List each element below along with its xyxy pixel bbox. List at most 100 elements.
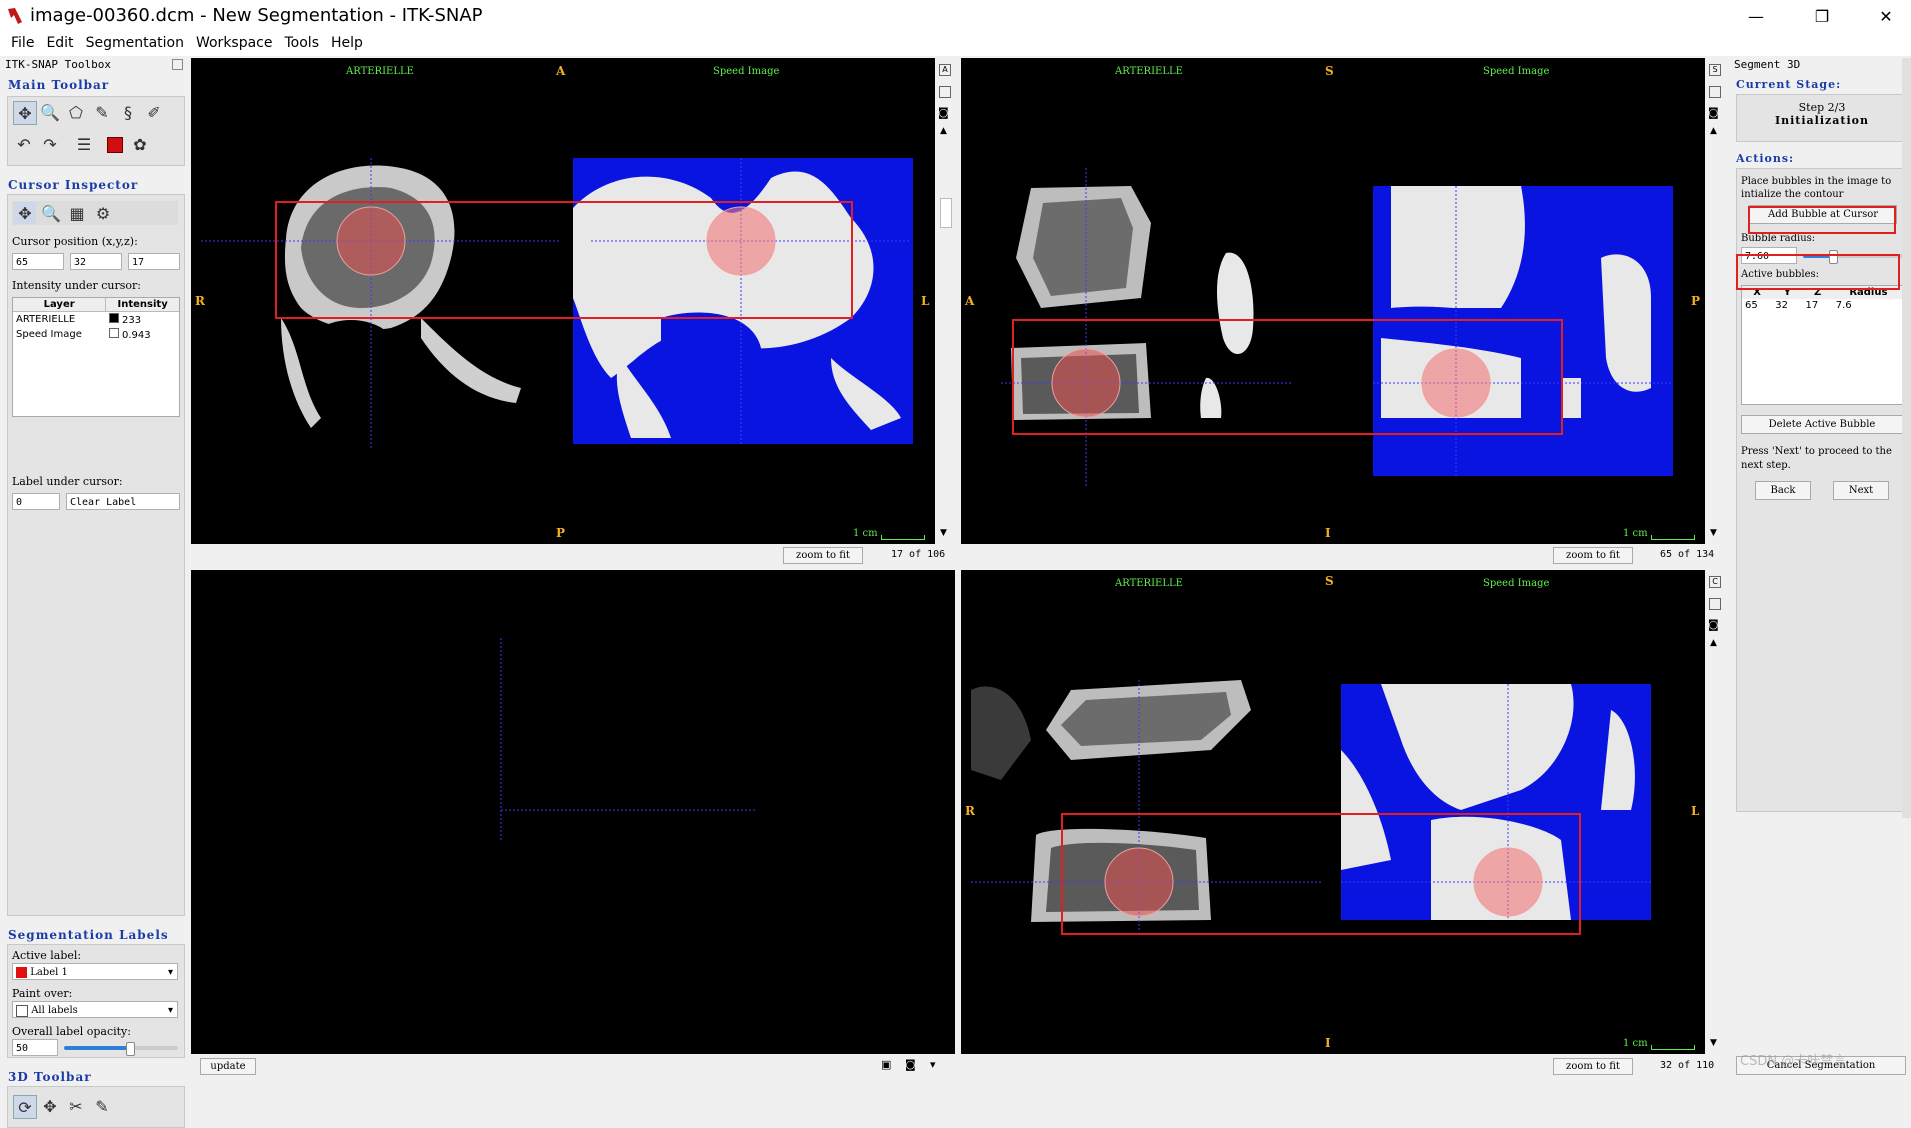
table-row[interactable]: ARTERIELLE 233 [13, 312, 179, 328]
scroll-up-icon[interactable]: ▲ [1710, 638, 1717, 648]
grid-icon[interactable] [1709, 598, 1721, 610]
inspector-cursor-tab-icon[interactable]: ✥ [14, 202, 36, 224]
menu-segmentation[interactable]: Segmentation [80, 32, 190, 56]
paintbrush-tool-icon[interactable]: ✎ [91, 101, 113, 123]
zoom-to-fit-button[interactable]: zoom to fit [1553, 1058, 1633, 1075]
menu-tools[interactable]: Tools [279, 32, 326, 56]
chevron-down-icon: ▾ [167, 1005, 173, 1016]
layout-icon[interactable]: A [939, 64, 951, 76]
camera-icon[interactable]: ◙ [1708, 618, 1719, 631]
orientation-right: L [1691, 804, 1700, 818]
cursor-inspector-title: Cursor Inspector [8, 178, 139, 192]
opacity-slider-handle[interactable] [126, 1042, 135, 1056]
window-title: image-00360.dcm - New Segmentation - ITK… [30, 5, 483, 26]
orientation-left: A [965, 294, 975, 308]
sagittal-viewer[interactable]: ARTERIELLE Speed Image S I A P 1 cm [961, 58, 1705, 544]
opacity-slider[interactable] [64, 1042, 178, 1056]
coronal-viewer[interactable]: ARTERIELLE Speed Image S I R L 1 cm [961, 570, 1705, 1054]
close-button[interactable]: ✕ [1857, 0, 1911, 32]
maximize-button[interactable]: ❐ [1793, 0, 1851, 32]
camera-icon[interactable]: ◙ [1708, 106, 1719, 119]
active-label-caption: Active label: [12, 949, 82, 962]
rotate-3d-icon[interactable]: ⟳ [13, 1095, 37, 1119]
scroll-down-icon[interactable]: ▼ [940, 528, 947, 538]
crosshair-3d-icon[interactable]: ✥ [39, 1095, 61, 1117]
opacity-field[interactable]: 50 [12, 1039, 58, 1056]
scale-bar [1651, 535, 1695, 540]
undock-icon[interactable] [172, 59, 183, 70]
palette-icon[interactable]: ✿ [129, 133, 151, 155]
spray-icon[interactable]: ✎ [91, 1095, 113, 1117]
inspector-zoom-tab-icon[interactable]: 🔍 [40, 202, 62, 224]
snake-tool-icon[interactable]: § [117, 101, 139, 123]
axial-viewer[interactable]: ARTERIELLE Speed Image A P R L 1 cm [191, 58, 935, 544]
paint-over-caption: Paint over: [12, 987, 73, 1000]
inspector-tabs: ✥ 🔍 ▦ ⚙ [12, 201, 178, 225]
layers-icon[interactable]: ☰ [73, 133, 95, 155]
sagittal-side-bar: S ◙ ▲ ▼ [1707, 58, 1723, 544]
inspector-grid-tab-icon[interactable]: ▦ [66, 202, 88, 224]
current-stage-caption: Current Stage: [1736, 78, 1842, 91]
next-instructions-text: Press 'Next' to proceed to the next step… [1741, 446, 1892, 471]
title-bar: image-00360.dcm - New Segmentation - ITK… [0, 0, 1911, 32]
panel-scrollbar[interactable] [1902, 58, 1911, 818]
intensity-column-header[interactable]: Intensity [105, 298, 179, 312]
table-row[interactable]: 65 32 17 7.6 [1742, 299, 1904, 312]
scale-bar [881, 535, 925, 540]
layout-icon[interactable]: C [1709, 576, 1721, 588]
camera-icon[interactable]: ◙ [938, 106, 949, 119]
slice-scrollbar-thumb[interactable] [940, 198, 952, 228]
orientation-top: A [556, 64, 566, 78]
grid-icon[interactable] [1709, 86, 1721, 98]
render-3d-viewer[interactable] [191, 570, 955, 1054]
instructions-text: Place bubbles in the image to intialize … [1741, 176, 1892, 200]
active-label-select[interactable]: Label 1 ▾ [12, 963, 178, 980]
color-swatch [108, 313, 119, 323]
delete-bubble-button[interactable]: Delete Active Bubble [1741, 415, 1903, 434]
scroll-up-icon[interactable]: ▲ [940, 126, 947, 136]
update-3d-button[interactable]: update [200, 1058, 256, 1075]
table-row[interactable]: Speed Image 0.943 [13, 327, 179, 342]
scroll-down-icon[interactable]: ▼ [1710, 1038, 1717, 1048]
layer-column-header[interactable]: Layer [13, 298, 106, 312]
menu-edit[interactable]: Edit [40, 32, 79, 56]
bubbles-table: X Y Z Radius 65 32 17 7.6 [1741, 285, 1905, 405]
menu-workspace[interactable]: Workspace [190, 32, 279, 56]
chevron-down-icon[interactable]: ▾ [930, 1058, 936, 1071]
scroll-up-icon[interactable]: ▲ [1710, 126, 1717, 136]
menu-file[interactable]: File [5, 32, 40, 56]
scale-bar-label: 1 cm [1623, 528, 1648, 539]
zoom-to-fit-button[interactable]: zoom to fit [783, 547, 863, 564]
annotation-tool-icon[interactable]: ✐ [143, 101, 165, 123]
grid-icon[interactable] [939, 86, 951, 98]
cursor-z-field[interactable]: 17 [128, 253, 180, 270]
layer-label-speed: Speed Image [1483, 66, 1550, 77]
zoom-tool-icon[interactable]: 🔍 [39, 101, 61, 123]
color-swatch [108, 328, 119, 338]
chevron-down-icon: ▾ [167, 967, 173, 978]
scroll-down-icon[interactable]: ▼ [1710, 528, 1717, 538]
redo-icon[interactable]: ↷ [39, 133, 61, 155]
reset-view-icon[interactable]: ▣ [881, 1058, 891, 1071]
intensity-value: 233 [121, 315, 142, 326]
inspector-sync-tab-icon[interactable]: ⚙ [92, 202, 114, 224]
camera-icon[interactable]: ◙ [905, 1058, 916, 1071]
crosshair-tool-icon[interactable]: ✥ [13, 101, 37, 125]
layout-icon[interactable]: S [1709, 64, 1721, 76]
minimize-button[interactable]: — [1727, 0, 1785, 32]
next-button[interactable]: Next [1833, 481, 1889, 500]
undo-icon[interactable]: ↶ [13, 133, 35, 155]
highlight-box [1012, 319, 1563, 435]
zoom-to-fit-button[interactable]: zoom to fit [1553, 547, 1633, 564]
scalpel-icon[interactable]: ✂ [65, 1095, 87, 1117]
cursor-y-field[interactable]: 32 [70, 253, 122, 270]
itk-snap-logo-icon [8, 8, 22, 24]
paint-over-select[interactable]: All labels ▾ [12, 1001, 178, 1018]
menu-help[interactable]: Help [325, 32, 369, 56]
label-color-icon[interactable] [107, 137, 123, 153]
cursor-x-field[interactable]: 65 [12, 253, 64, 270]
orientation-right: L [921, 294, 930, 308]
cursor-inspector-panel: ✥ 🔍 ▦ ⚙ Cursor position (x,y,z): 65 32 1… [7, 194, 185, 916]
polygon-tool-icon[interactable]: ⬠ [65, 101, 87, 123]
back-button[interactable]: Back [1755, 481, 1811, 500]
